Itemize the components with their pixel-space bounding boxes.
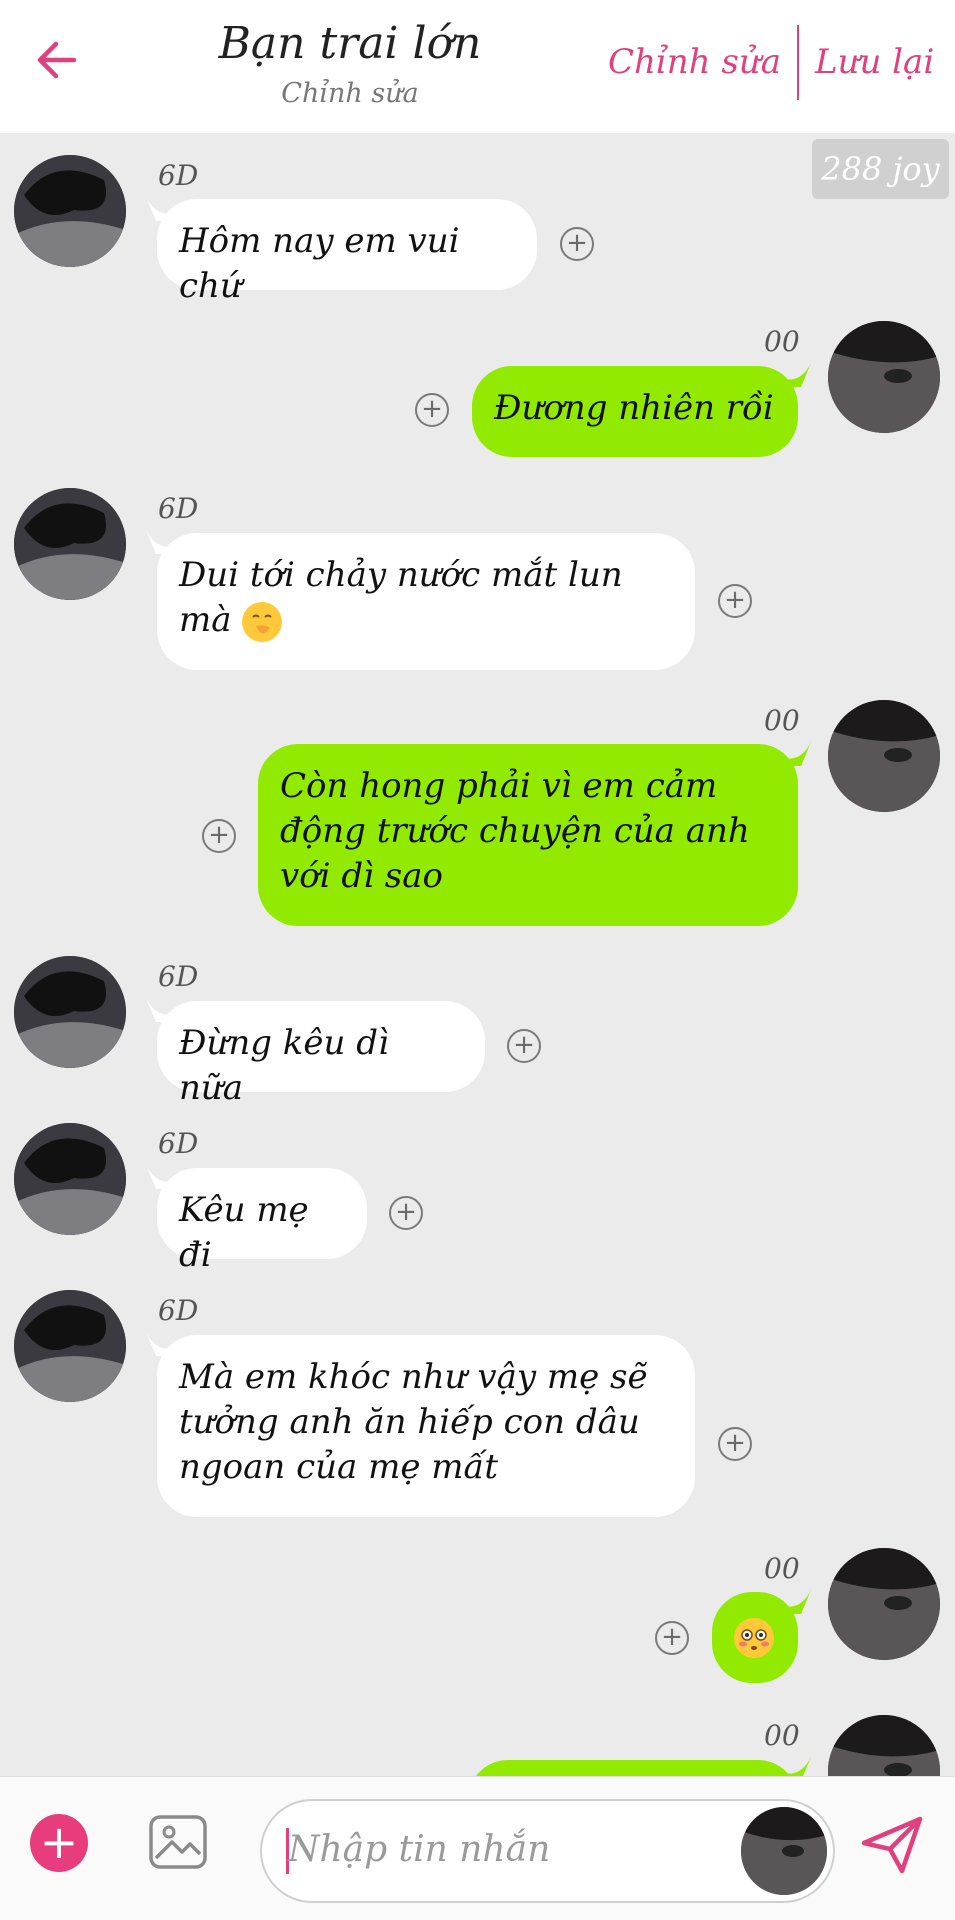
- message-bubble-incoming[interactable]: Đừng kêu dì nữa: [157, 1001, 485, 1108]
- contact-avatar[interactable]: [14, 488, 126, 600]
- contact-avatar[interactable]: [14, 1290, 126, 1402]
- message-input-placeholder: Nhập tin nhắn: [288, 1829, 551, 1870]
- message-text: Còn hong phải vì em cảm động trước chuyệ…: [280, 766, 750, 896]
- add-reaction-button[interactable]: +: [507, 1029, 541, 1063]
- add-reaction-button[interactable]: +: [415, 393, 449, 427]
- sender-name: 6D: [158, 960, 199, 993]
- watermark-badge: 288 joy: [812, 139, 949, 199]
- save-button[interactable]: Lưu lại: [815, 42, 934, 82]
- user-avatar[interactable]: [828, 1715, 940, 1776]
- message-text: Đừng kêu dì nữa: [179, 1023, 389, 1108]
- message-bubble-incoming[interactable]: Mà em khóc như vậy mẹ sẽ tưởng anh ăn hi…: [157, 1335, 695, 1517]
- message-bubble-incoming[interactable]: Dui tới chảy nước mắt lun mà: [157, 533, 695, 670]
- user-avatar[interactable]: [828, 700, 940, 812]
- message-bubble-incoming[interactable]: Kêu mẹ đi: [157, 1168, 367, 1275]
- sender-avatar-toggle[interactable]: [741, 1807, 827, 1895]
- send-icon: [861, 1816, 923, 1874]
- add-reaction-button[interactable]: +: [560, 227, 594, 261]
- composer-bar: + Nhập tin nhắn: [0, 1776, 955, 1920]
- user-avatar[interactable]: [828, 321, 940, 433]
- chat-area[interactable]: 288 joy 6D Hôm nay em vui chứ + 00 Đương…: [0, 133, 955, 1776]
- contact-avatar[interactable]: [14, 155, 126, 267]
- sender-name: 6D: [158, 1294, 199, 1327]
- sender-name: 6D: [158, 159, 199, 192]
- sender-name: 00: [764, 1719, 800, 1752]
- add-reaction-button[interactable]: +: [718, 1427, 752, 1461]
- chat-subtitle: Chỉnh sửa: [281, 78, 419, 109]
- back-button[interactable]: [28, 30, 84, 90]
- user-avatar[interactable]: [828, 1548, 940, 1660]
- message-input[interactable]: Nhập tin nhắn: [260, 1799, 835, 1903]
- contact-avatar[interactable]: [14, 956, 126, 1068]
- edit-button[interactable]: Chỉnh sửa: [608, 42, 781, 82]
- add-reaction-button[interactable]: +: [202, 819, 236, 853]
- add-reaction-button[interactable]: +: [718, 584, 752, 618]
- image-button[interactable]: [148, 1812, 208, 1872]
- sender-name: 00: [764, 1552, 800, 1585]
- flushed-face-emoji: [734, 1618, 774, 1658]
- sender-name: 00: [764, 704, 800, 737]
- sender-name: 6D: [158, 492, 199, 525]
- sender-name: 00: [764, 325, 800, 358]
- message-text: Mà em khóc như vậy mẹ sẽ tưởng anh ăn hi…: [179, 1357, 648, 1487]
- sender-name: 6D: [158, 1127, 199, 1160]
- header-bar: Bạn trai lớn Chỉnh sửa Chỉnh sửa Lưu lại: [0, 0, 955, 133]
- add-reaction-button[interactable]: +: [655, 1621, 689, 1655]
- hand-over-mouth-emoji: [242, 602, 283, 642]
- header-divider: [797, 25, 799, 100]
- message-bubble-outgoing[interactable]: Còn hong phải vì em cảm động trước chuyệ…: [258, 744, 798, 926]
- message-text: Kêu mẹ đi: [179, 1190, 309, 1275]
- message-bubble-outgoing[interactable]: [712, 1592, 798, 1683]
- contact-avatar[interactable]: [14, 1123, 126, 1235]
- chat-title: Bạn trai lớn: [218, 18, 482, 69]
- image-icon: [149, 1815, 207, 1869]
- message-bubble-incoming[interactable]: Hôm nay em vui chứ: [157, 199, 537, 306]
- arrow-left-icon: [37, 41, 77, 79]
- send-button[interactable]: [860, 1815, 924, 1875]
- message-text: Hôm nay em vui chứ: [179, 221, 460, 306]
- add-attachment-button[interactable]: +: [30, 1814, 88, 1872]
- add-reaction-button[interactable]: +: [389, 1196, 423, 1230]
- message-text: Đương nhiên rồi: [494, 388, 774, 428]
- message-bubble-outgoing[interactable]: Đương nhiên rồi: [472, 366, 798, 457]
- message-bubble-outgoing[interactable]: [468, 1760, 798, 1776]
